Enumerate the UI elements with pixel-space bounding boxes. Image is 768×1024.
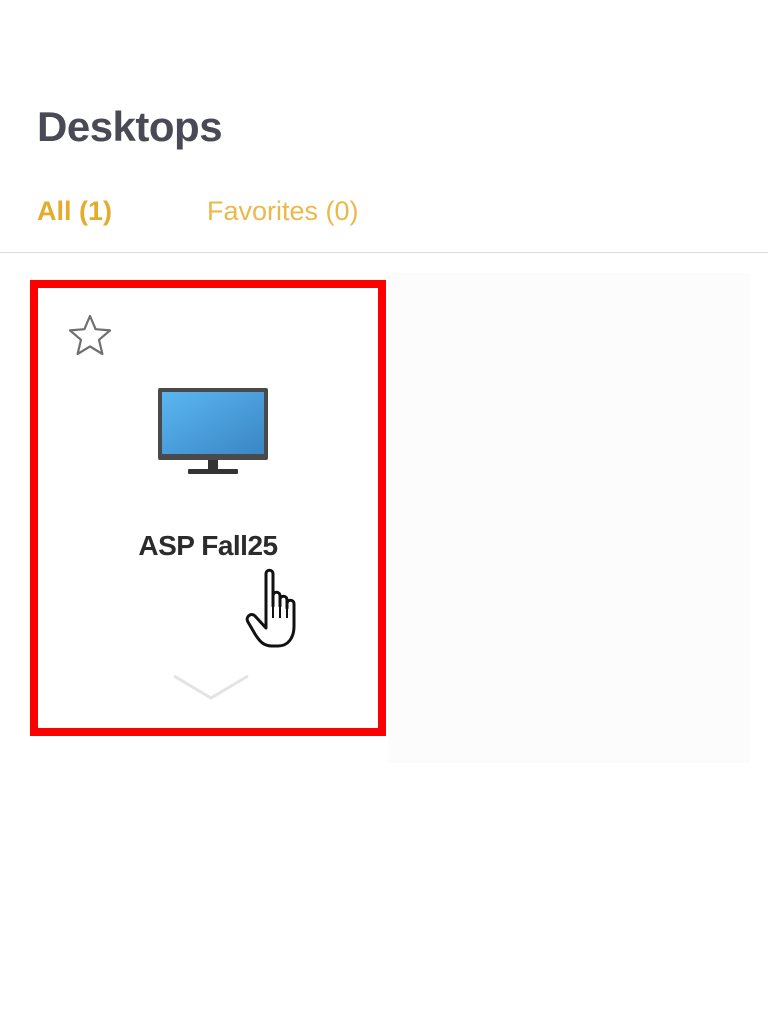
star-outline-icon[interactable] [66, 312, 114, 360]
empty-tile-area [388, 273, 750, 763]
tab-bar: All (1) Favorites (0) [0, 190, 768, 253]
desktop-tile[interactable]: ASP Fall25 [30, 280, 386, 736]
chevron-down-icon[interactable] [170, 670, 252, 704]
monitor-icon [158, 388, 268, 474]
tab-favorites[interactable]: Favorites (0) [207, 196, 359, 227]
page-title: Desktops [37, 103, 223, 150]
tab-all[interactable]: All (1) [37, 196, 112, 227]
desktop-name: ASP Fall25 [138, 530, 278, 561]
